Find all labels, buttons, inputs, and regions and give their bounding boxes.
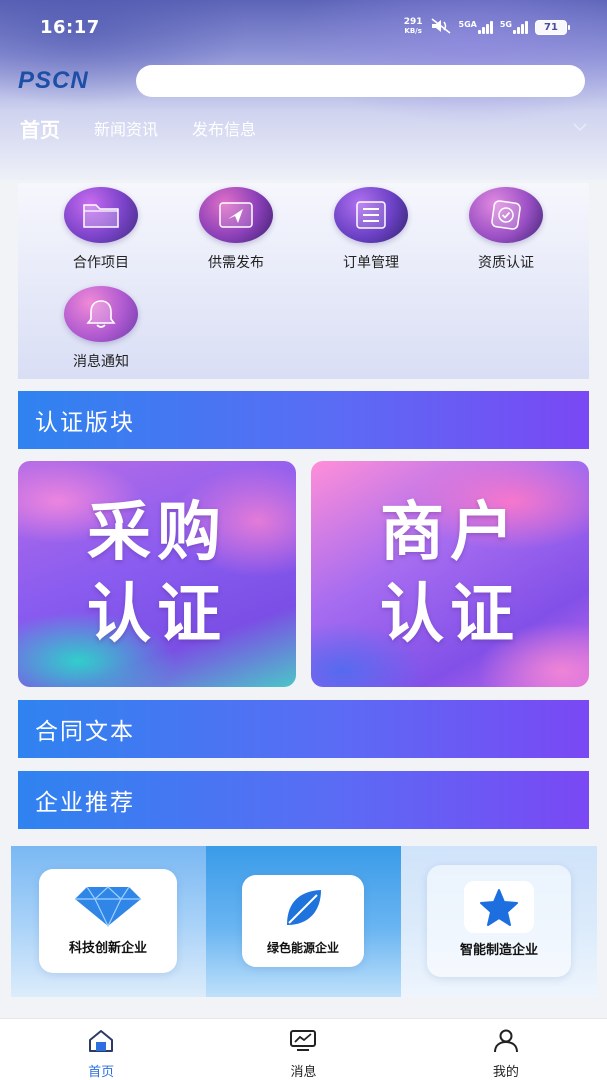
cert-card-line2: 认证 (380, 578, 520, 652)
bottom-nav-profile[interactable]: 我的 (405, 1019, 607, 1080)
quick-action-label: 消息通知 (73, 354, 129, 370)
quick-action-notifications[interactable]: 消息通知 (46, 286, 156, 371)
status-bar: 16:17 291 KB/s 5GA 5G 71 (0, 0, 607, 54)
bottom-nav-label: 我的 (492, 1065, 519, 1080)
sim1-label: 5GA (458, 20, 477, 29)
network-speed-unit: KB/s (404, 27, 422, 35)
quick-action-supply-demand[interactable]: 供需发布 (181, 187, 291, 272)
battery-icon: 71 (535, 19, 570, 35)
quick-actions-panel: 合作项目 供需发布 订单管理 资质认证 消息通知 (18, 183, 589, 379)
network-speed-value: 291 (403, 17, 423, 27)
status-indicators: 291 KB/s 5GA 5G 71 (404, 17, 570, 37)
battery-level: 71 (544, 21, 558, 33)
recommend-card-label: 科技创新企业 (68, 941, 147, 956)
enterprise-recommend-strip: 科技创新企业 绿色能源企业 智能制造企业 (11, 846, 597, 997)
section-contract[interactable]: 合同文本 (18, 700, 589, 758)
recommend-card-green-energy[interactable]: 绿色能源企业 (242, 875, 364, 967)
status-time: 16:17 (40, 16, 100, 38)
bottom-nav-label: 消息 (290, 1065, 317, 1080)
order-list-icon (334, 187, 408, 243)
merchant-certification-card[interactable]: 商户 认证 (311, 461, 589, 687)
bottom-nav-label: 首页 (88, 1065, 115, 1080)
section-enterprise-recommend[interactable]: 企业推荐 (18, 771, 589, 829)
recommend-card-tech[interactable]: 科技创新企业 (39, 869, 177, 973)
mute-icon (430, 17, 452, 37)
tab-news[interactable]: 新闻资讯 (94, 116, 158, 140)
diamond-icon (73, 885, 143, 931)
bell-icon (64, 286, 138, 342)
app-header: PSCN (0, 62, 607, 100)
quick-action-cooperation[interactable]: 合作项目 (46, 187, 156, 272)
signal-sim2-icon: 5G (500, 20, 528, 34)
signal-sim1-icon: 5GA (459, 20, 493, 34)
top-nav-tabs: 首页 新闻资讯 发布信息 (0, 110, 607, 146)
quick-action-label: 合作项目 (73, 255, 129, 271)
section-certification[interactable]: 认证版块 (18, 391, 589, 449)
quick-action-qualification[interactable]: 资质认证 (451, 187, 561, 272)
quick-action-label: 供需发布 (208, 255, 264, 271)
bottom-nav-home[interactable]: 首页 (0, 1019, 202, 1080)
bottom-navigation: 首页 消息 我的 (0, 1018, 607, 1080)
search-input[interactable] (136, 65, 585, 97)
star-icon (464, 881, 534, 933)
leaf-icon (281, 887, 325, 933)
quick-action-orders[interactable]: 订单管理 (316, 187, 426, 272)
user-icon (492, 1029, 520, 1057)
cert-card-line1: 采购 (87, 496, 227, 570)
certificate-icon (469, 187, 543, 243)
folder-icon (64, 187, 138, 243)
app-logo: PSCN (18, 67, 89, 94)
recommend-card-smart-manufacturing[interactable]: 智能制造企业 (427, 865, 571, 977)
send-icon (199, 187, 273, 243)
purchase-certification-card[interactable]: 采购 认证 (18, 461, 296, 687)
cert-card-line1: 商户 (380, 496, 520, 570)
home-icon (87, 1029, 115, 1057)
quick-action-label: 资质认证 (478, 255, 534, 271)
monitor-chart-icon (289, 1029, 317, 1057)
tab-home[interactable]: 首页 (20, 114, 60, 143)
chevron-down-icon[interactable] (573, 120, 587, 136)
recommend-card-label: 绿色能源企业 (266, 941, 339, 955)
quick-action-label: 订单管理 (343, 255, 399, 271)
bottom-nav-messages[interactable]: 消息 (202, 1019, 404, 1080)
network-speed: 291 KB/s (404, 18, 423, 36)
recommend-card-label: 智能制造企业 (459, 943, 538, 958)
sim2-label: 5G (499, 20, 512, 29)
cert-card-line2: 认证 (87, 578, 227, 652)
tab-publish[interactable]: 发布信息 (192, 116, 256, 140)
